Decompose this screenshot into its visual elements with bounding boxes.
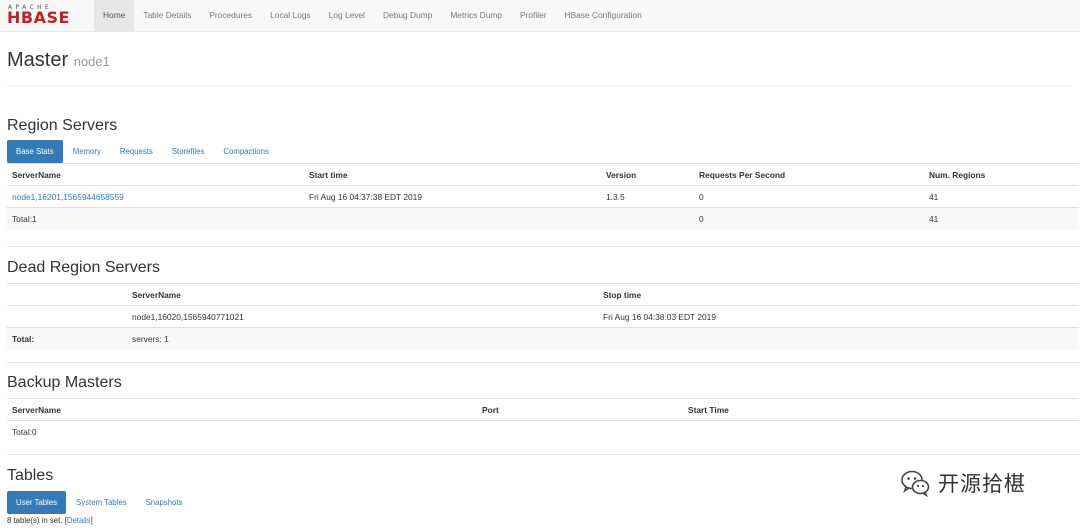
tab-snapshots[interactable]: Snapshots xyxy=(137,491,192,514)
total-regions: 41 xyxy=(924,207,1079,230)
section-divider xyxy=(7,246,1079,247)
nav-procedures[interactable]: Procedures xyxy=(200,0,261,31)
cell-servername: node1,16201,1565944658559 xyxy=(7,185,304,208)
col-version: Version xyxy=(601,163,694,186)
total-label: Total:0 xyxy=(7,420,477,443)
total-row: Total:0 xyxy=(7,420,1079,443)
total-rps: 0 xyxy=(694,207,924,230)
total-label: Total: xyxy=(7,327,127,350)
total-servers: servers: 1 xyxy=(127,327,598,350)
tab-system-tables[interactable]: System Tables xyxy=(67,491,136,514)
main-nav: Home Table Details Procedures Local Logs… xyxy=(94,0,651,31)
region-servers-heading: Region Servers xyxy=(7,117,118,134)
nav-local-logs[interactable]: Local Logs xyxy=(261,0,320,31)
tab-compactions[interactable]: Compactions xyxy=(214,140,278,163)
dead-region-servers-heading: Dead Region Servers xyxy=(7,259,160,276)
tables-details-link[interactable]: Details xyxy=(67,516,91,525)
section-divider xyxy=(7,454,1079,455)
cell-empty xyxy=(598,327,1079,350)
cell-empty xyxy=(601,207,694,230)
tab-base-stats[interactable]: Base Stats xyxy=(7,140,63,163)
nav-log-level[interactable]: Log Level xyxy=(320,0,374,31)
region-server-link[interactable]: node1,16201,1565944658559 xyxy=(12,192,124,202)
page-title-text: Master xyxy=(7,49,69,71)
col-start-time: Start Time xyxy=(683,398,1079,421)
wechat-icon xyxy=(901,470,930,498)
total-label: Total:1 xyxy=(7,207,304,230)
col-stop-time: Stop time xyxy=(598,283,1079,306)
top-navbar: APACHE HBASE Home Table Details Procedur… xyxy=(0,0,1080,32)
tab-requests[interactable]: Requests xyxy=(111,140,162,163)
cell-empty xyxy=(7,305,127,328)
table-row: node1,16201,1565944658559 Fri Aug 16 04:… xyxy=(7,185,1079,208)
master-host: node1 xyxy=(73,54,110,69)
col-start-time: Start time xyxy=(304,163,601,186)
table-header-row: ServerName Port Start Time xyxy=(7,398,1079,421)
page-header: Master node1 xyxy=(7,46,1072,86)
dead-region-servers-table: ServerName Stop time node1,16020,1565940… xyxy=(7,283,1079,350)
table-row: node1,16020,1565940771021 Fri Aug 16 04:… xyxy=(7,305,1079,328)
table-header-row: ServerName Start time Version Requests P… xyxy=(7,163,1079,186)
page-title: Master node1 xyxy=(7,46,1072,76)
backup-masters-heading: Backup Masters xyxy=(7,374,122,391)
logo-hbase-text: HBASE xyxy=(7,8,70,27)
backup-masters-table: ServerName Port Start Time Total:0 xyxy=(7,398,1079,443)
cell-stop-time: Fri Aug 16 04:38:03 EDT 2019 xyxy=(598,305,1079,328)
nav-debug-dump[interactable]: Debug Dump xyxy=(374,0,441,31)
hbase-logo[interactable]: APACHE HBASE xyxy=(7,4,87,28)
tab-storefiles[interactable]: Storefiles xyxy=(163,140,214,163)
tables-count-close: ] xyxy=(90,516,93,525)
watermark-text: 开源拾椹 xyxy=(938,472,1026,496)
cell-servername: node1,16020,1565940771021 xyxy=(127,305,598,328)
tables-count-text: 8 table(s) in set. [ xyxy=(7,516,67,525)
col-servername: ServerName xyxy=(7,163,304,186)
cell-start-time: Fri Aug 16 04:37:38 EDT 2019 xyxy=(304,185,601,208)
cell-empty xyxy=(477,420,683,443)
tables-heading: Tables xyxy=(7,467,54,484)
col-blank xyxy=(7,283,127,306)
cell-version: 1.3.5 xyxy=(601,185,694,208)
cell-empty xyxy=(304,207,601,230)
cell-rps: 0 xyxy=(694,185,924,208)
nav-profiler[interactable]: Profiler xyxy=(511,0,556,31)
watermark: 开源拾椹 xyxy=(898,466,1026,500)
total-row: Total: servers: 1 xyxy=(7,327,1079,350)
tables-count: 8 table(s) in set. [Details] xyxy=(7,516,93,525)
tables-tabs: User Tables System Tables Snapshots xyxy=(7,491,192,514)
nav-home[interactable]: Home xyxy=(94,0,135,31)
region-servers-tabs: Base Stats Memory Requests Storefiles Co… xyxy=(7,140,279,163)
tab-memory[interactable]: Memory xyxy=(64,140,110,163)
region-servers-table: ServerName Start time Version Requests P… xyxy=(7,163,1079,230)
cell-regions: 41 xyxy=(924,185,1079,208)
col-num-regions: Num. Regions xyxy=(924,163,1079,186)
col-servername: ServerName xyxy=(7,398,477,421)
col-requests-per-second: Requests Per Second xyxy=(694,163,924,186)
nav-hbase-configuration[interactable]: HBase Configuration xyxy=(556,0,651,31)
tab-user-tables[interactable]: User Tables xyxy=(7,491,67,514)
col-port: Port xyxy=(477,398,683,421)
nav-table-details[interactable]: Table Details xyxy=(134,0,200,31)
col-servername: ServerName xyxy=(127,283,598,306)
total-row: Total:1 0 41 xyxy=(7,207,1079,230)
cell-empty xyxy=(683,420,1079,443)
section-divider xyxy=(7,362,1079,363)
nav-metrics-dump[interactable]: Metrics Dump xyxy=(441,0,511,31)
table-header-row: ServerName Stop time xyxy=(7,283,1079,306)
